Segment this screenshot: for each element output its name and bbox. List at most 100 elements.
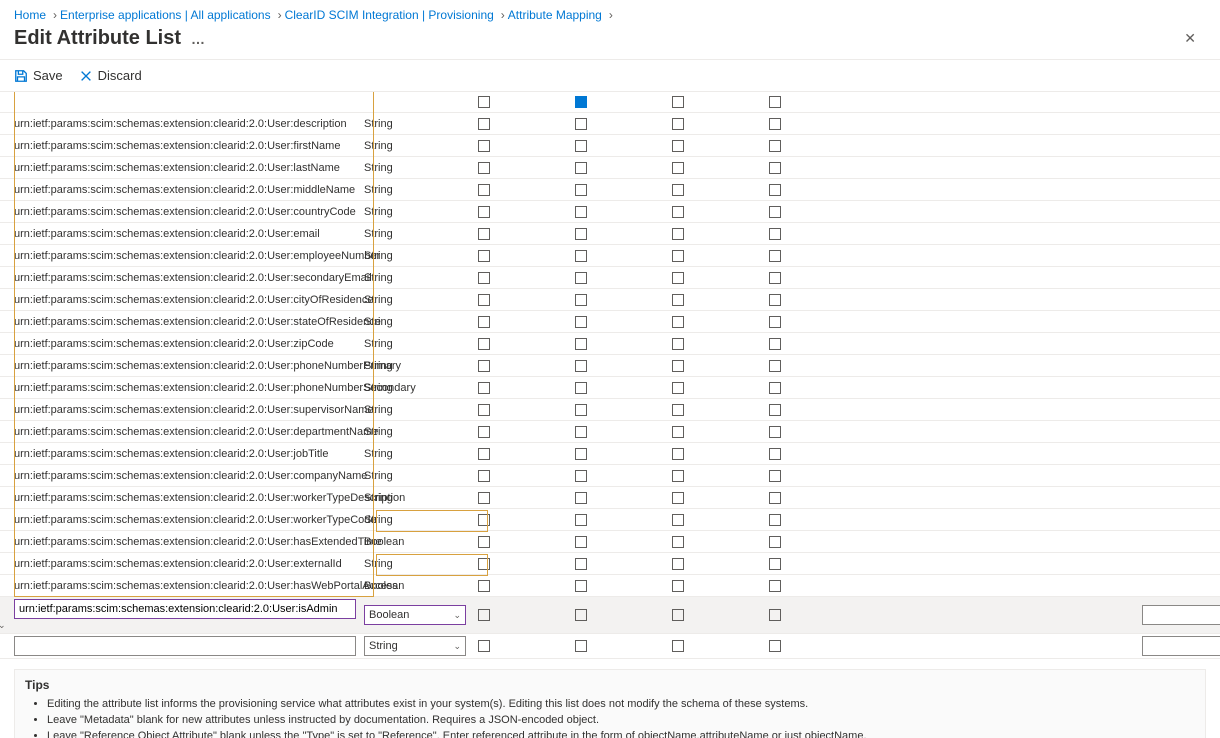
checkbox[interactable]	[575, 426, 587, 438]
breadcrumb-home[interactable]: Home	[14, 8, 46, 22]
checkbox[interactable]	[769, 272, 781, 284]
checkbox[interactable]	[478, 360, 490, 372]
checkbox[interactable]	[575, 580, 587, 592]
checkbox[interactable]	[478, 404, 490, 416]
checkbox[interactable]	[672, 404, 684, 416]
checkbox[interactable]	[769, 294, 781, 306]
checkbox[interactable]	[575, 206, 587, 218]
checkbox[interactable]	[769, 184, 781, 196]
checkbox[interactable]	[478, 536, 490, 548]
checkbox[interactable]	[478, 448, 490, 460]
checkbox[interactable]	[478, 558, 490, 570]
close-icon[interactable]: ✕	[1174, 26, 1206, 51]
checkbox[interactable]	[478, 162, 490, 174]
checkbox[interactable]	[478, 140, 490, 152]
checkbox[interactable]	[575, 382, 587, 394]
checkbox[interactable]	[672, 338, 684, 350]
more-menu-icon[interactable]: …	[191, 31, 206, 47]
checkbox[interactable]	[769, 492, 781, 504]
checkbox[interactable]	[672, 536, 684, 548]
checkbox[interactable]	[672, 228, 684, 240]
checkbox[interactable]	[672, 382, 684, 394]
checkbox[interactable]	[672, 492, 684, 504]
checkbox[interactable]	[769, 404, 781, 416]
metadata-input[interactable]	[1142, 636, 1220, 656]
checkbox[interactable]	[672, 448, 684, 460]
checkbox[interactable]	[769, 536, 781, 548]
checkbox-checked[interactable]	[575, 96, 587, 108]
checkbox[interactable]	[769, 118, 781, 130]
checkbox[interactable]	[769, 448, 781, 460]
checkbox[interactable]	[575, 294, 587, 306]
checkbox[interactable]	[478, 96, 490, 108]
checkbox[interactable]	[478, 470, 490, 482]
checkbox[interactable]	[769, 382, 781, 394]
checkbox[interactable]	[478, 118, 490, 130]
checkbox[interactable]	[478, 580, 490, 592]
attr-type-select[interactable]: Boolean⌄	[364, 605, 466, 625]
checkbox[interactable]	[478, 382, 490, 394]
checkbox[interactable]	[575, 140, 587, 152]
checkbox[interactable]	[769, 250, 781, 262]
checkbox[interactable]	[575, 250, 587, 262]
checkbox[interactable]	[769, 162, 781, 174]
checkbox[interactable]	[575, 118, 587, 130]
checkbox[interactable]	[769, 316, 781, 328]
checkbox[interactable]	[672, 294, 684, 306]
checkbox[interactable]	[672, 360, 684, 372]
checkbox[interactable]	[575, 360, 587, 372]
checkbox[interactable]	[575, 609, 587, 621]
checkbox[interactable]	[478, 426, 490, 438]
checkbox[interactable]	[672, 96, 684, 108]
checkbox[interactable]	[575, 470, 587, 482]
checkbox[interactable]	[769, 228, 781, 240]
checkbox[interactable]	[575, 228, 587, 240]
checkbox[interactable]	[769, 514, 781, 526]
checkbox[interactable]	[672, 426, 684, 438]
checkbox[interactable]	[672, 184, 684, 196]
checkbox[interactable]	[769, 558, 781, 570]
checkbox[interactable]	[478, 206, 490, 218]
checkbox[interactable]	[575, 184, 587, 196]
save-button[interactable]: Save	[14, 68, 63, 83]
checkbox[interactable]	[478, 294, 490, 306]
checkbox[interactable]	[769, 580, 781, 592]
checkbox[interactable]	[478, 640, 490, 652]
breadcrumb-attribute-mapping[interactable]: Attribute Mapping	[508, 8, 602, 22]
checkbox[interactable]	[478, 184, 490, 196]
checkbox[interactable]	[575, 640, 587, 652]
checkbox[interactable]	[672, 250, 684, 262]
checkbox[interactable]	[672, 162, 684, 174]
checkbox[interactable]	[672, 140, 684, 152]
checkbox[interactable]	[769, 609, 781, 621]
checkbox[interactable]	[575, 558, 587, 570]
checkbox[interactable]	[575, 272, 587, 284]
breadcrumb-scim-provisioning[interactable]: ClearID SCIM Integration | Provisioning	[285, 8, 494, 22]
checkbox[interactable]	[575, 492, 587, 504]
checkbox[interactable]	[575, 316, 587, 328]
checkbox[interactable]	[769, 426, 781, 438]
checkbox[interactable]	[672, 640, 684, 652]
checkbox[interactable]	[672, 514, 684, 526]
attr-name-input[interactable]	[14, 599, 356, 619]
chevron-down-icon[interactable]: ⌄	[0, 620, 6, 630]
content-scroll[interactable]: 🗑urn:ietf:params:scim:schemas:extension:…	[0, 92, 1220, 738]
checkbox[interactable]	[672, 609, 684, 621]
checkbox[interactable]	[672, 206, 684, 218]
checkbox[interactable]	[575, 404, 587, 416]
checkbox[interactable]	[672, 580, 684, 592]
checkbox[interactable]	[769, 96, 781, 108]
metadata-input[interactable]	[1142, 605, 1220, 625]
checkbox[interactable]	[575, 536, 587, 548]
checkbox[interactable]	[478, 514, 490, 526]
checkbox[interactable]	[478, 338, 490, 350]
checkbox[interactable]	[478, 316, 490, 328]
breadcrumb-enterprise-apps[interactable]: Enterprise applications | All applicatio…	[60, 8, 271, 22]
checkbox[interactable]	[769, 140, 781, 152]
checkbox[interactable]	[478, 272, 490, 284]
checkbox[interactable]	[672, 118, 684, 130]
checkbox[interactable]	[672, 558, 684, 570]
checkbox[interactable]	[478, 250, 490, 262]
checkbox[interactable]	[575, 514, 587, 526]
checkbox[interactable]	[478, 228, 490, 240]
